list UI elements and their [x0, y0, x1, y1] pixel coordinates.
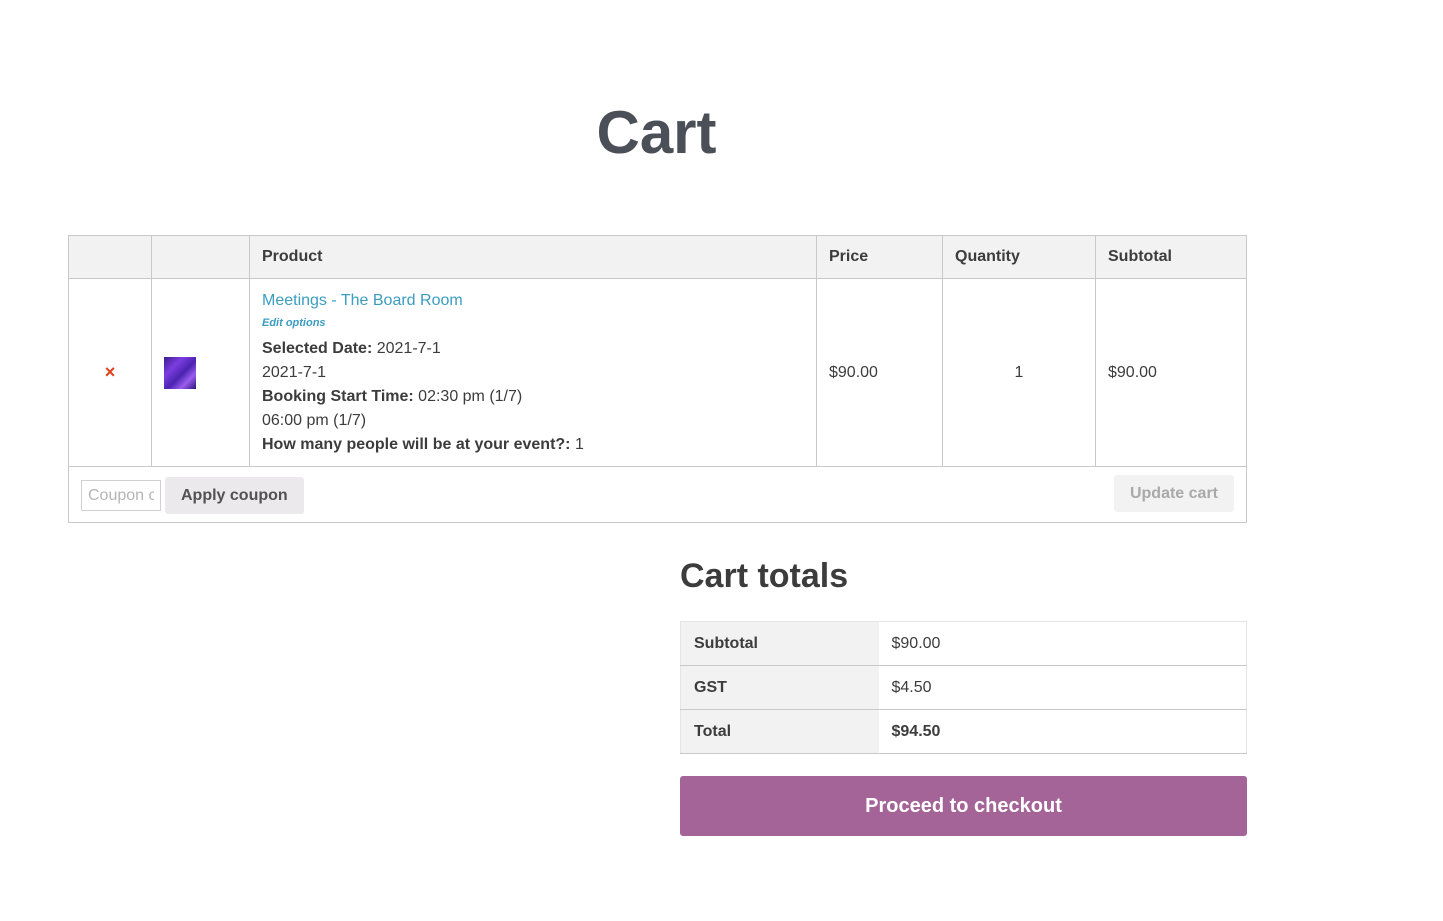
edit-options-link[interactable]: Edit options — [262, 313, 804, 333]
subtotal-cell: $90.00 — [1095, 278, 1247, 467]
cart-table-header: Product Price Quantity Subtotal — [68, 235, 1247, 279]
coupon-code-input[interactable] — [81, 480, 161, 511]
product-thumbnail-image[interactable] — [164, 356, 196, 389]
header-subtotal: Subtotal — [1095, 235, 1247, 279]
start-time-label: Booking Start Time: — [262, 387, 414, 405]
end-time-line: 06:00 pm (1/7) — [262, 411, 367, 429]
cart-totals-table: Subtotal $90.00 GST $4.50 Total $94.50 — [680, 621, 1247, 754]
cart-actions-cell: Apply coupon Update cart — [68, 466, 1247, 523]
selected-date-line: Selected Date: 2021-7-1 — [262, 337, 804, 361]
totals-row-subtotal: Subtotal $90.00 — [680, 621, 1247, 666]
totals-row-total: Total $94.50 — [680, 709, 1247, 754]
totals-total-label: Total — [680, 709, 879, 754]
totals-row-gst: GST $4.50 — [680, 665, 1247, 710]
price-cell: $90.00 — [816, 278, 943, 467]
header-thumbnail — [151, 235, 250, 279]
cart-totals-title: Cart totals — [680, 557, 849, 595]
start-time-value: 02:30 pm (1/7) — [418, 387, 523, 405]
people-line: How many people will be at your event?: … — [262, 433, 804, 457]
people-label: How many people will be at your event?: — [262, 435, 571, 453]
header-quantity: Quantity — [942, 235, 1096, 279]
cart-table: Product Price Quantity Subtotal × Meetin… — [68, 235, 1247, 523]
page-title: Cart — [596, 99, 717, 166]
totals-subtotal-label: Subtotal — [680, 621, 879, 666]
totals-gst-label: GST — [680, 665, 879, 710]
remove-cell: × — [68, 278, 152, 467]
header-price: Price — [816, 235, 943, 279]
update-cart-button[interactable]: Update cart — [1113, 475, 1234, 512]
header-product: Product — [249, 235, 817, 279]
booking-meta: Selected Date: 2021-7-1 2021-7-1 Booking… — [262, 337, 804, 457]
totals-total-value: $94.50 — [878, 709, 1247, 754]
quantity-cell[interactable]: 1 — [942, 278, 1096, 467]
date-line: 2021-7-1 — [262, 363, 327, 381]
people-value: 1 — [574, 435, 584, 453]
proceed-to-checkout-button[interactable]: Proceed to checkout — [680, 776, 1247, 836]
totals-subtotal-value: $90.00 — [878, 621, 1247, 666]
cart-actions-row: Apply coupon Update cart — [68, 466, 1247, 523]
apply-coupon-button[interactable]: Apply coupon — [165, 477, 304, 514]
cart-item-row: × Meetings - The Board Room Edit options… — [68, 278, 1247, 467]
product-name-link[interactable]: Meetings - The Board Room — [262, 292, 463, 309]
remove-item-icon[interactable]: × — [105, 362, 116, 382]
product-cell: Meetings - The Board Room Edit options S… — [249, 278, 817, 467]
selected-date-label: Selected Date: — [262, 339, 373, 357]
selected-date-value: 2021-7-1 — [376, 339, 441, 357]
header-remove — [68, 235, 152, 279]
totals-gst-value: $4.50 — [878, 665, 1247, 710]
thumbnail-cell — [151, 278, 250, 467]
coupon-group: Apply coupon — [81, 477, 304, 514]
start-time-line: Booking Start Time: 02:30 pm (1/7) — [262, 385, 804, 409]
